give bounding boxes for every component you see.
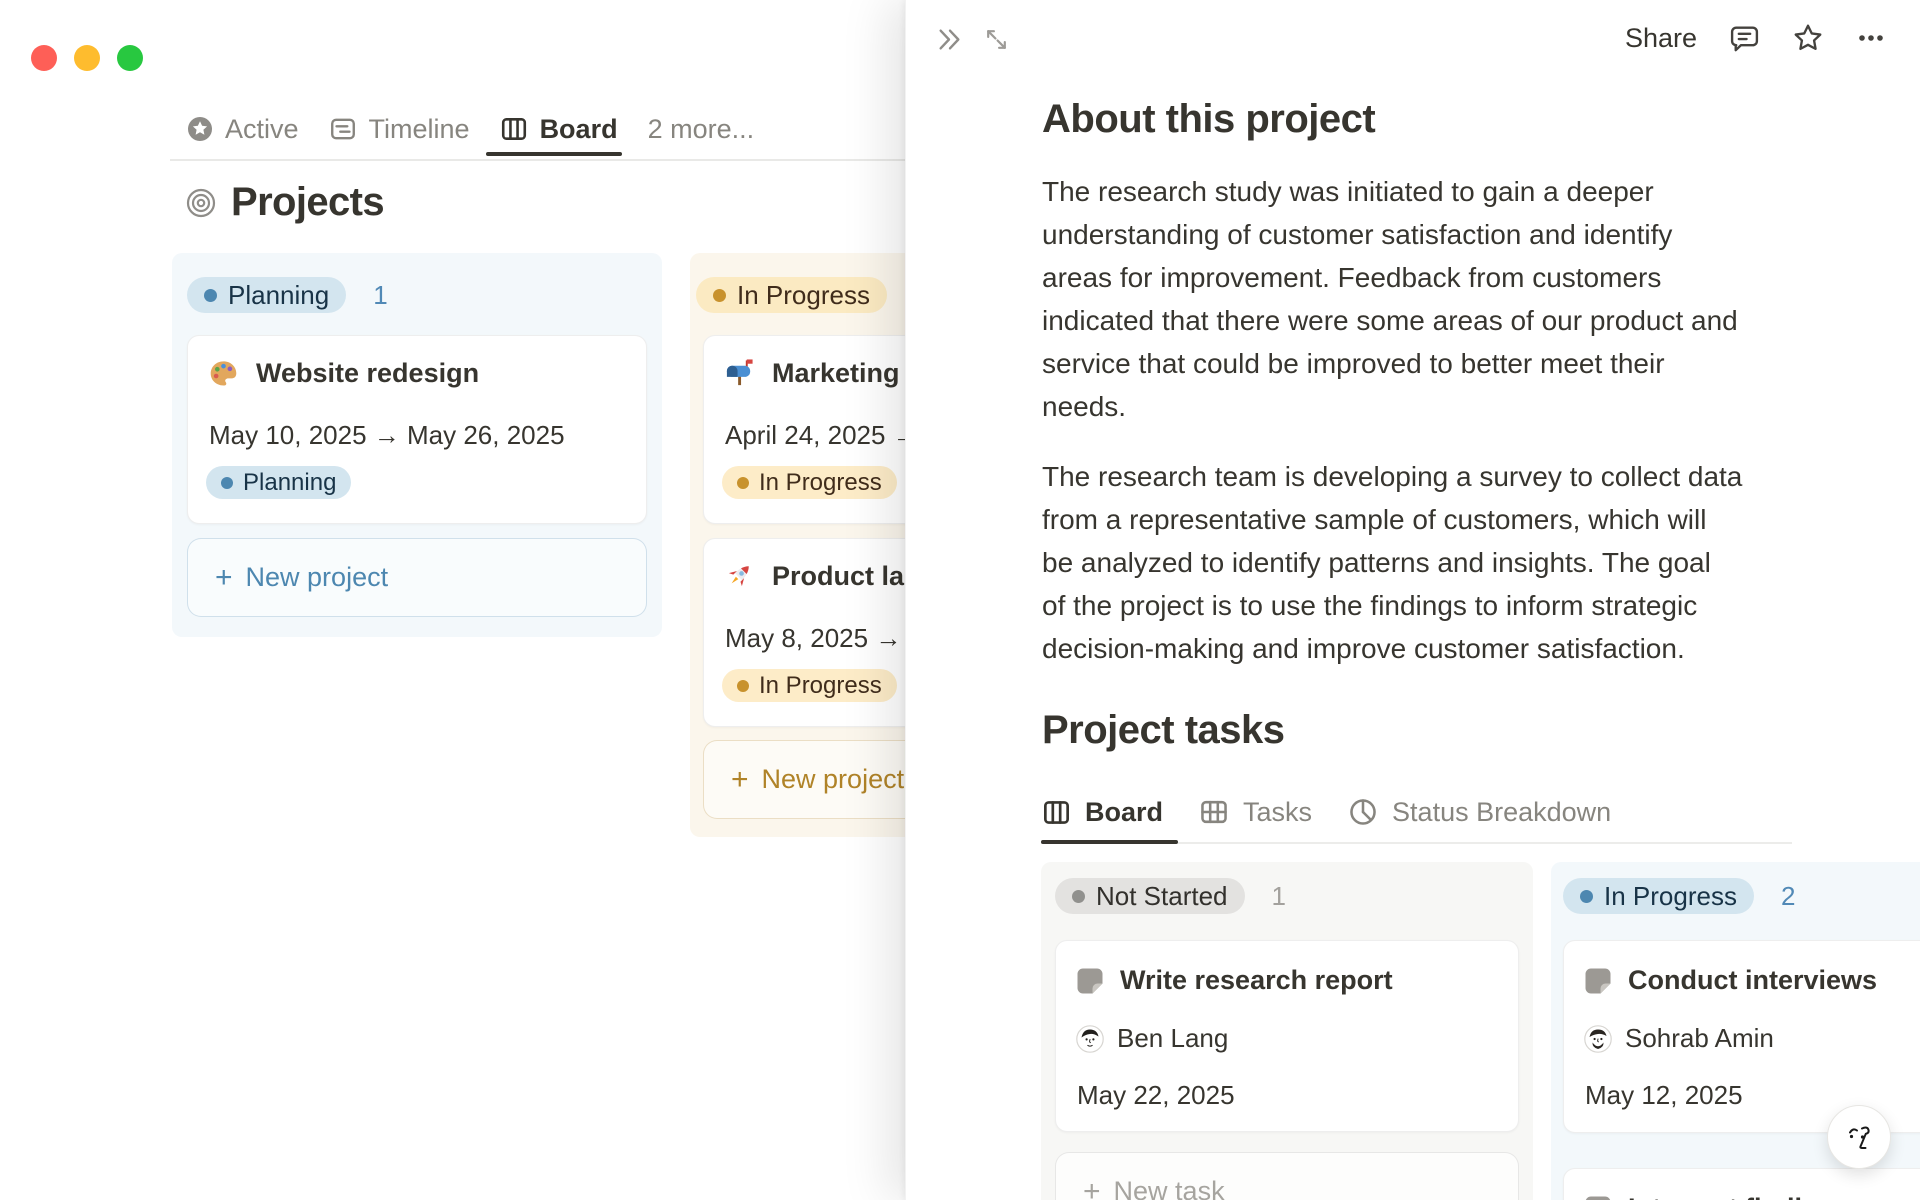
- notion-window: Active Timeline Board 2 more... Projects: [0, 0, 1920, 1200]
- status-dot-icon: [713, 288, 726, 302]
- new-task-button[interactable]: + New task: [1055, 1152, 1519, 1200]
- card-dates: May 10, 2025 → May 26, 2025: [209, 420, 565, 450]
- card-title: Write research report: [1120, 965, 1393, 995]
- tab-board[interactable]: Board: [1042, 797, 1163, 828]
- table-icon: [1199, 797, 1229, 827]
- column-count: 2: [1780, 880, 1796, 911]
- timeline-icon: [329, 115, 357, 143]
- mailbox-emoji: [724, 358, 755, 389]
- tab-label: 2 more...: [647, 113, 755, 144]
- peek-actions: Share: [1625, 22, 1886, 54]
- board-icon: [1042, 798, 1071, 827]
- pie-chart-icon: [1348, 797, 1378, 827]
- card-title: Conduct interviews: [1628, 965, 1878, 995]
- notion-ai-button[interactable]: [1827, 1105, 1891, 1169]
- tab-status-breakdown[interactable]: Status Breakdown: [1348, 797, 1611, 828]
- expand-page-icon[interactable]: [983, 26, 1010, 53]
- status-badge[interactable]: In Progress: [696, 277, 887, 313]
- column-count: 1: [1271, 880, 1286, 911]
- card-title: Website redesign: [256, 358, 480, 388]
- tab-label: Timeline: [368, 113, 470, 144]
- about-paragraph-1: The research study was initiated to gain…: [1042, 176, 1738, 422]
- assignee-name: Sohrab Amin: [1625, 1023, 1774, 1053]
- minimize-window-button[interactable]: [74, 45, 100, 71]
- status-dot-icon: [204, 288, 217, 302]
- project-card[interactable]: Website redesign May 10, 2025 → May 26, …: [187, 335, 647, 524]
- status-badge[interactable]: Planning: [187, 277, 347, 313]
- task-card[interactable]: Write research report Ben Lang May 22, 2…: [1055, 940, 1519, 1132]
- favorite-star-icon[interactable]: [1792, 22, 1824, 54]
- card-title: Marketing c: [772, 358, 923, 388]
- more-options-icon[interactable]: [1856, 23, 1886, 53]
- assignee-name: Ben Lang: [1117, 1023, 1229, 1053]
- view-tabs: Active Timeline Board 2 more...: [187, 110, 754, 148]
- about-paragraph-2: The research team is developing a survey…: [1042, 461, 1743, 664]
- page-icon: [1584, 967, 1612, 995]
- side-peek-panel: Share About this project The research st…: [905, 0, 1920, 1200]
- about-heading: About this project: [1042, 97, 1376, 141]
- tab-board-view[interactable]: Board: [500, 114, 618, 145]
- tasks-view-tabs: Board Tasks Status Breakdown: [1042, 793, 1611, 831]
- zoom-window-button[interactable]: [117, 45, 143, 71]
- column-planning: Planning 1 Website redesign May 10, 2025…: [172, 253, 662, 637]
- share-button[interactable]: Share: [1625, 23, 1697, 54]
- status-dot-icon: [1072, 889, 1085, 903]
- status-dot-icon: [737, 679, 749, 692]
- status-dot-icon: [221, 476, 233, 489]
- card-status-tag: In Progress: [722, 669, 897, 702]
- page-icon: [1584, 1195, 1612, 1200]
- card-status-tag: Planning: [206, 466, 352, 499]
- tab-active-view[interactable]: Active: [187, 114, 299, 145]
- card-title: Product lau: [772, 561, 921, 591]
- status-badge[interactable]: Not Started: [1055, 878, 1245, 914]
- rocket-emoji: [724, 561, 755, 592]
- close-peek-icon[interactable]: [936, 26, 963, 53]
- column-header: In Progress 2: [1563, 878, 1795, 914]
- comments-icon[interactable]: [1729, 23, 1760, 54]
- assignee: Ben Lang: [1076, 1023, 1228, 1054]
- plus-icon: +: [1083, 1174, 1101, 1200]
- active-tab-underline: [1041, 840, 1178, 844]
- active-tab-underline: [486, 152, 622, 156]
- assignee: Sohrab Amin: [1584, 1023, 1774, 1054]
- tab-label: Active: [225, 113, 299, 144]
- tab-label: Board: [539, 113, 618, 144]
- card-title: Interpret findings: [1628, 1193, 1850, 1200]
- board-icon: [500, 115, 528, 143]
- column-header: In Progress: [696, 277, 887, 313]
- page-title-text[interactable]: Projects: [231, 180, 385, 225]
- column-header: Planning 1: [187, 277, 388, 313]
- star-badge-icon: [187, 116, 213, 142]
- close-window-button[interactable]: [31, 45, 57, 71]
- task-card[interactable]: Conduct interviews Sohrab Amin May 12, 2…: [1563, 940, 1920, 1133]
- card-date: May 22, 2025: [1077, 1080, 1235, 1110]
- tabs-divider: [170, 159, 905, 161]
- avatar: [1584, 1024, 1612, 1053]
- tab-tasks[interactable]: Tasks: [1199, 797, 1312, 828]
- project-tasks-heading: Project tasks: [1042, 708, 1285, 752]
- target-icon: [186, 188, 216, 218]
- tab-timeline-view[interactable]: Timeline: [329, 114, 470, 145]
- peek-controls: [936, 26, 1010, 53]
- page-title: Projects: [186, 180, 385, 225]
- window-controls: [31, 45, 143, 71]
- status-badge[interactable]: In Progress: [1563, 878, 1754, 914]
- column-header: Not Started 1: [1055, 878, 1286, 914]
- status-dot-icon: [737, 476, 749, 489]
- plus-icon: +: [215, 560, 233, 594]
- task-card[interactable]: Interpret findings: [1563, 1168, 1920, 1200]
- column-not-started: Not Started 1 Write research report Ben …: [1041, 862, 1533, 1200]
- new-project-button[interactable]: + New project: [187, 538, 647, 617]
- card-date: May 12, 2025: [1585, 1080, 1743, 1110]
- status-dot-icon: [1580, 889, 1593, 903]
- avatar: [1076, 1024, 1104, 1053]
- page-icon: [1076, 967, 1104, 995]
- card-status-tag: In Progress: [722, 466, 897, 499]
- tab-more-views[interactable]: 2 more...: [648, 114, 755, 145]
- plus-icon: +: [731, 762, 749, 796]
- column-count: 1: [373, 279, 388, 310]
- palette-emoji: [208, 358, 239, 389]
